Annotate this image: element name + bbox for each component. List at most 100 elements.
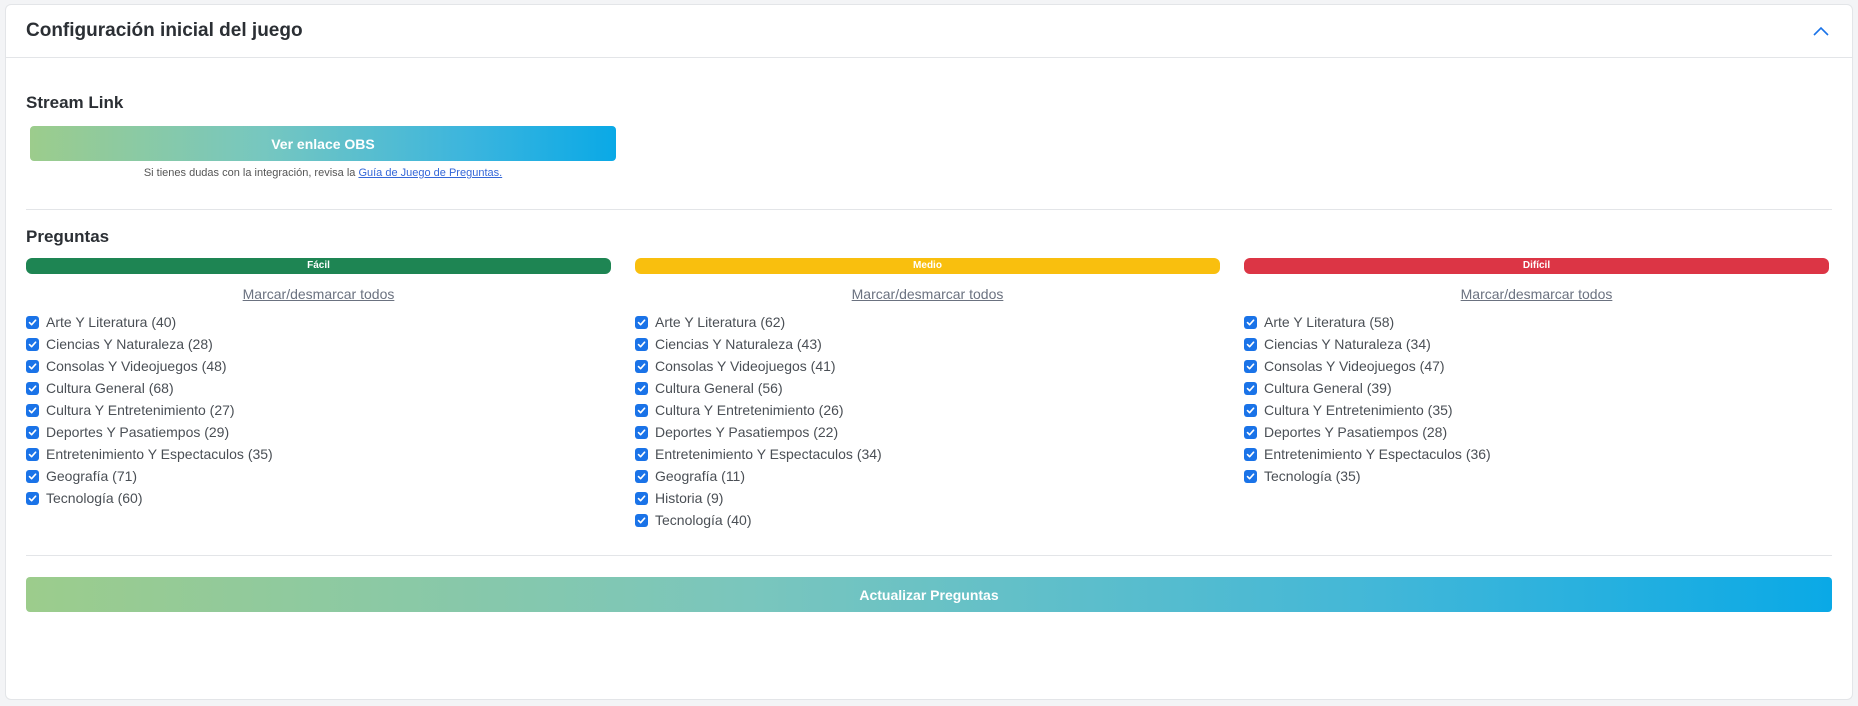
checkbox-checked-icon[interactable] <box>635 469 648 483</box>
checkbox-checked-icon[interactable] <box>26 491 39 505</box>
category-item[interactable]: Entretenimiento Y Espectaculos (35) <box>26 443 611 465</box>
checkbox-checked-icon[interactable] <box>635 425 648 439</box>
checkbox-checked-icon[interactable] <box>1244 469 1257 483</box>
category-label: Tecnología (60) <box>46 490 143 506</box>
checkbox-checked-icon[interactable] <box>1244 315 1257 329</box>
quiz-guide-link[interactable]: Guía de Juego de Preguntas. <box>358 167 502 179</box>
category-item[interactable]: Entretenimiento Y Espectaculos (34) <box>635 443 1220 465</box>
category-label: Entretenimiento Y Espectaculos (36) <box>1264 446 1491 462</box>
checkbox-checked-icon[interactable] <box>635 315 648 329</box>
category-label: Geografía (71) <box>46 468 138 484</box>
checkbox-checked-icon[interactable] <box>635 337 648 351</box>
category-item[interactable]: Cultura Y Entretenimiento (26) <box>635 399 1220 421</box>
category-item[interactable]: Cultura General (56) <box>635 377 1220 399</box>
category-list: Arte Y Literatura (58) Ciencias Y Natural… <box>1244 311 1829 487</box>
category-item[interactable]: Arte Y Literatura (58) <box>1244 311 1829 333</box>
category-item[interactable]: Consolas Y Videojuegos (48) <box>26 355 611 377</box>
category-label: Consolas Y Videojuegos (48) <box>46 358 227 374</box>
category-item[interactable]: Deportes Y Pasatiempos (22) <box>635 421 1220 443</box>
category-item[interactable]: Arte Y Literatura (62) <box>635 311 1220 333</box>
category-item[interactable]: Tecnología (60) <box>26 487 611 509</box>
category-label: Historia (9) <box>655 490 724 506</box>
category-label: Arte Y Literatura (40) <box>46 314 177 330</box>
checkbox-checked-icon[interactable] <box>1244 359 1257 373</box>
stream-link-title: Stream Link <box>26 93 124 112</box>
toggle-all-link[interactable]: Marcar/desmarcar todos <box>1244 286 1829 302</box>
checkbox-checked-icon[interactable] <box>635 359 648 373</box>
category-item[interactable]: Arte Y Literatura (40) <box>26 311 611 333</box>
section-divider <box>26 555 1832 556</box>
difficulty-column-facil: Fácil Marcar/desmarcar todos Arte Y Litera… <box>26 258 611 531</box>
category-item[interactable]: Consolas Y Videojuegos (47) <box>1244 355 1829 377</box>
checkbox-checked-icon[interactable] <box>1244 425 1257 439</box>
difficulty-badge: Medio <box>635 258 1220 274</box>
questions-title: Preguntas <box>26 227 110 246</box>
integration-help-text: Si tienes dudas con la integración, revi… <box>26 167 620 179</box>
chevron-up-icon[interactable] <box>1810 20 1832 42</box>
difficulty-badge: Difícil <box>1244 258 1829 274</box>
category-item[interactable]: Cultura Y Entretenimiento (35) <box>1244 399 1829 421</box>
difficulty-badge: Fácil <box>26 258 611 274</box>
card-body: Stream Link Ver enlace OBS Si tienes dud… <box>6 93 1852 612</box>
category-item[interactable]: Ciencias Y Naturaleza (34) <box>1244 333 1829 355</box>
difficulty-column-dificil: Difícil Marcar/desmarcar todos Arte Y Lite… <box>1244 258 1829 531</box>
checkbox-checked-icon[interactable] <box>1244 447 1257 461</box>
category-label: Cultura General (68) <box>46 380 174 396</box>
checkbox-checked-icon[interactable] <box>635 491 648 505</box>
update-questions-button[interactable]: Actualizar Preguntas <box>26 577 1832 612</box>
category-item[interactable]: Entretenimiento Y Espectaculos (36) <box>1244 443 1829 465</box>
checkbox-checked-icon[interactable] <box>26 337 39 351</box>
category-label: Geografía (11) <box>655 468 746 484</box>
category-list: Arte Y Literatura (62) Ciencias Y Natural… <box>635 311 1220 531</box>
category-item[interactable]: Deportes Y Pasatiempos (28) <box>1244 421 1829 443</box>
section-divider <box>26 209 1832 210</box>
view-obs-link-button[interactable]: Ver enlace OBS <box>30 126 616 161</box>
checkbox-checked-icon[interactable] <box>635 513 648 527</box>
difficulty-column-medio: Medio Marcar/desmarcar todos Arte Y Litera… <box>635 258 1220 531</box>
category-label: Arte Y Literatura (58) <box>1264 314 1395 330</box>
checkbox-checked-icon[interactable] <box>635 447 648 461</box>
card-header[interactable]: Configuración inicial del juego <box>6 5 1852 58</box>
category-item[interactable]: Geografía (71) <box>26 465 611 487</box>
category-label: Deportes Y Pasatiempos (28) <box>1264 424 1448 440</box>
category-item[interactable]: Cultura General (39) <box>1244 377 1829 399</box>
checkbox-checked-icon[interactable] <box>635 381 648 395</box>
category-item[interactable]: Ciencias Y Naturaleza (28) <box>26 333 611 355</box>
checkbox-checked-icon[interactable] <box>26 447 39 461</box>
category-item[interactable]: Geografía (11) <box>635 465 1220 487</box>
category-item[interactable]: Ciencias Y Naturaleza (43) <box>635 333 1220 355</box>
checkbox-checked-icon[interactable] <box>26 381 39 395</box>
category-label: Cultura Y Entretenimiento (26) <box>655 402 844 418</box>
page-title: Configuración inicial del juego <box>26 20 303 41</box>
category-label: Cultura Y Entretenimiento (35) <box>1264 402 1453 418</box>
toggle-all-link[interactable]: Marcar/desmarcar todos <box>635 286 1220 302</box>
checkbox-checked-icon[interactable] <box>26 425 39 439</box>
checkbox-checked-icon[interactable] <box>1244 337 1257 351</box>
category-label: Cultura Y Entretenimiento (27) <box>46 402 235 418</box>
checkbox-checked-icon[interactable] <box>26 315 39 329</box>
category-label: Deportes Y Pasatiempos (22) <box>655 424 839 440</box>
category-label: Cultura General (39) <box>1264 380 1392 396</box>
category-item[interactable]: Cultura General (68) <box>26 377 611 399</box>
checkbox-checked-icon[interactable] <box>1244 403 1257 417</box>
category-item[interactable]: Tecnología (40) <box>635 509 1220 531</box>
category-item[interactable]: Historia (9) <box>635 487 1220 509</box>
category-item[interactable]: Tecnología (35) <box>1244 465 1829 487</box>
checkbox-checked-icon[interactable] <box>635 403 648 417</box>
category-item[interactable]: Deportes Y Pasatiempos (29) <box>26 421 611 443</box>
category-label: Deportes Y Pasatiempos (29) <box>46 424 230 440</box>
category-label: Entretenimiento Y Espectaculos (35) <box>46 446 273 462</box>
help-text-prefix: Si tienes dudas con la integración, revi… <box>143 167 359 179</box>
game-config-card: Configuración inicial del juego Stream L… <box>5 4 1853 700</box>
category-item[interactable]: Cultura Y Entretenimiento (27) <box>26 399 611 421</box>
checkbox-checked-icon[interactable] <box>26 469 39 483</box>
category-item[interactable]: Consolas Y Videojuegos (41) <box>635 355 1220 377</box>
toggle-all-link[interactable]: Marcar/desmarcar todos <box>26 286 611 302</box>
checkbox-checked-icon[interactable] <box>26 403 39 417</box>
checkbox-checked-icon[interactable] <box>26 359 39 373</box>
checkbox-checked-icon[interactable] <box>1244 381 1257 395</box>
category-label: Arte Y Literatura (62) <box>655 314 786 330</box>
category-list: Arte Y Literatura (40) Ciencias Y Natural… <box>26 311 611 509</box>
category-label: Ciencias Y Naturaleza (28) <box>46 336 213 352</box>
difficulty-columns: Fácil Marcar/desmarcar todos Arte Y Litera… <box>26 258 1832 531</box>
